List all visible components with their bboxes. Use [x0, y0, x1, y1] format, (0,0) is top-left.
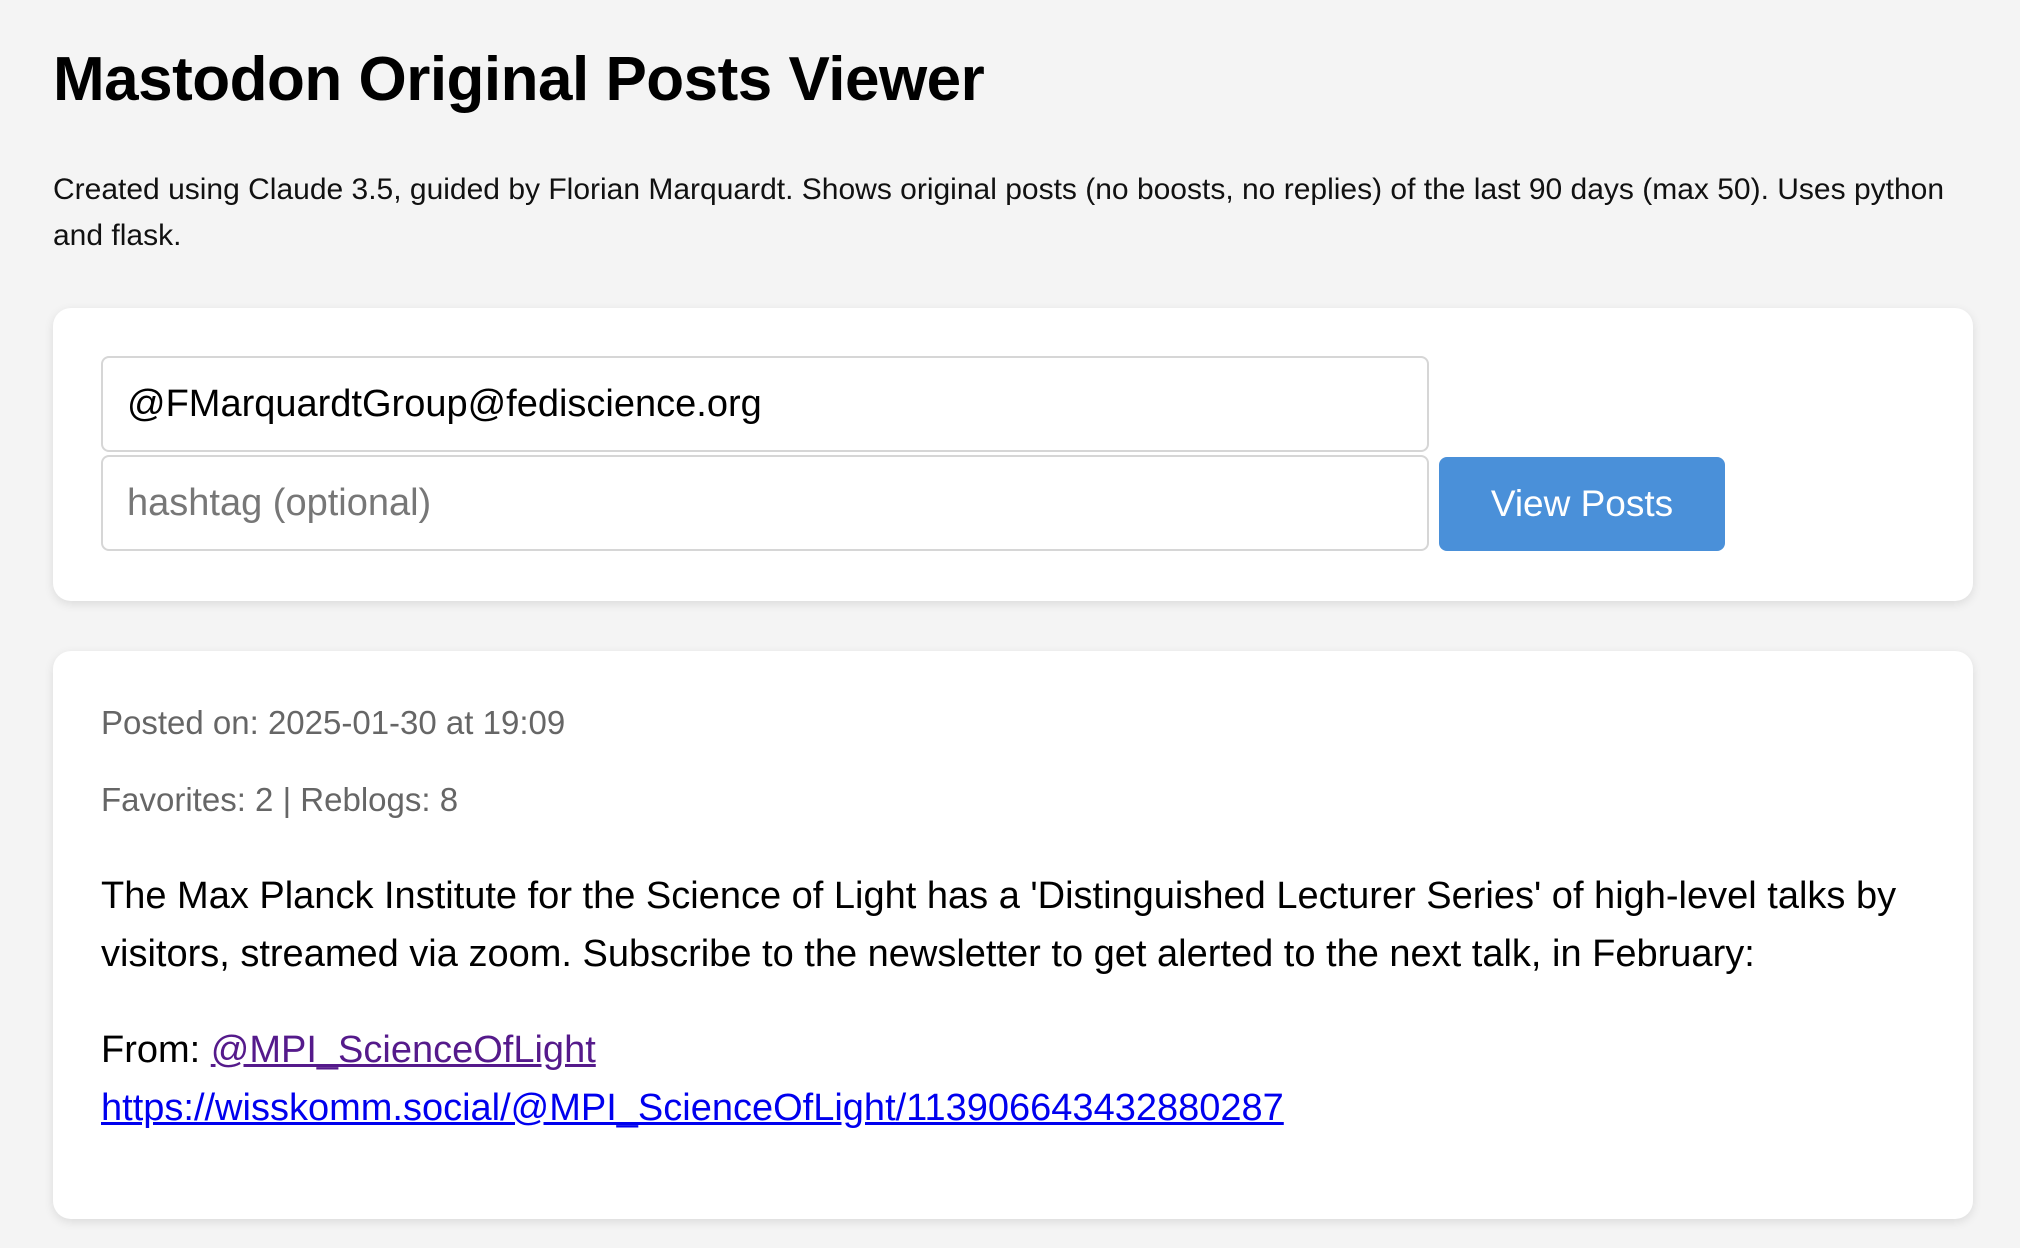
post-source-label: From: — [101, 1029, 211, 1071]
post-card: Posted on: 2025-01-30 at 19:09 Favorites… — [53, 651, 1973, 1219]
hashtag-input[interactable] — [101, 455, 1429, 551]
post-content: The Max Planck Institute for the Science… — [101, 875, 1897, 975]
post-link[interactable]: https://wisskomm.social/@MPI_ScienceOfLi… — [101, 1079, 1284, 1137]
page-description: Created using Claude 3.5, guided by Flor… — [53, 173, 1945, 252]
post-stats: Favorites: 2 | Reblogs: 8 — [101, 781, 459, 818]
post-date: Posted on: 2025-01-30 at 19:09 — [101, 704, 566, 741]
view-posts-button[interactable]: View Posts — [1439, 457, 1725, 551]
page-title: Mastodon Original Posts Viewer — [53, 45, 985, 114]
post-source: From: @MPI_ScienceOfLight — [101, 1021, 596, 1079]
post-source-handle-link[interactable]: @MPI_ScienceOfLight — [211, 1029, 596, 1071]
account-input[interactable] — [101, 356, 1429, 452]
search-form-card: View Posts — [53, 308, 1973, 601]
